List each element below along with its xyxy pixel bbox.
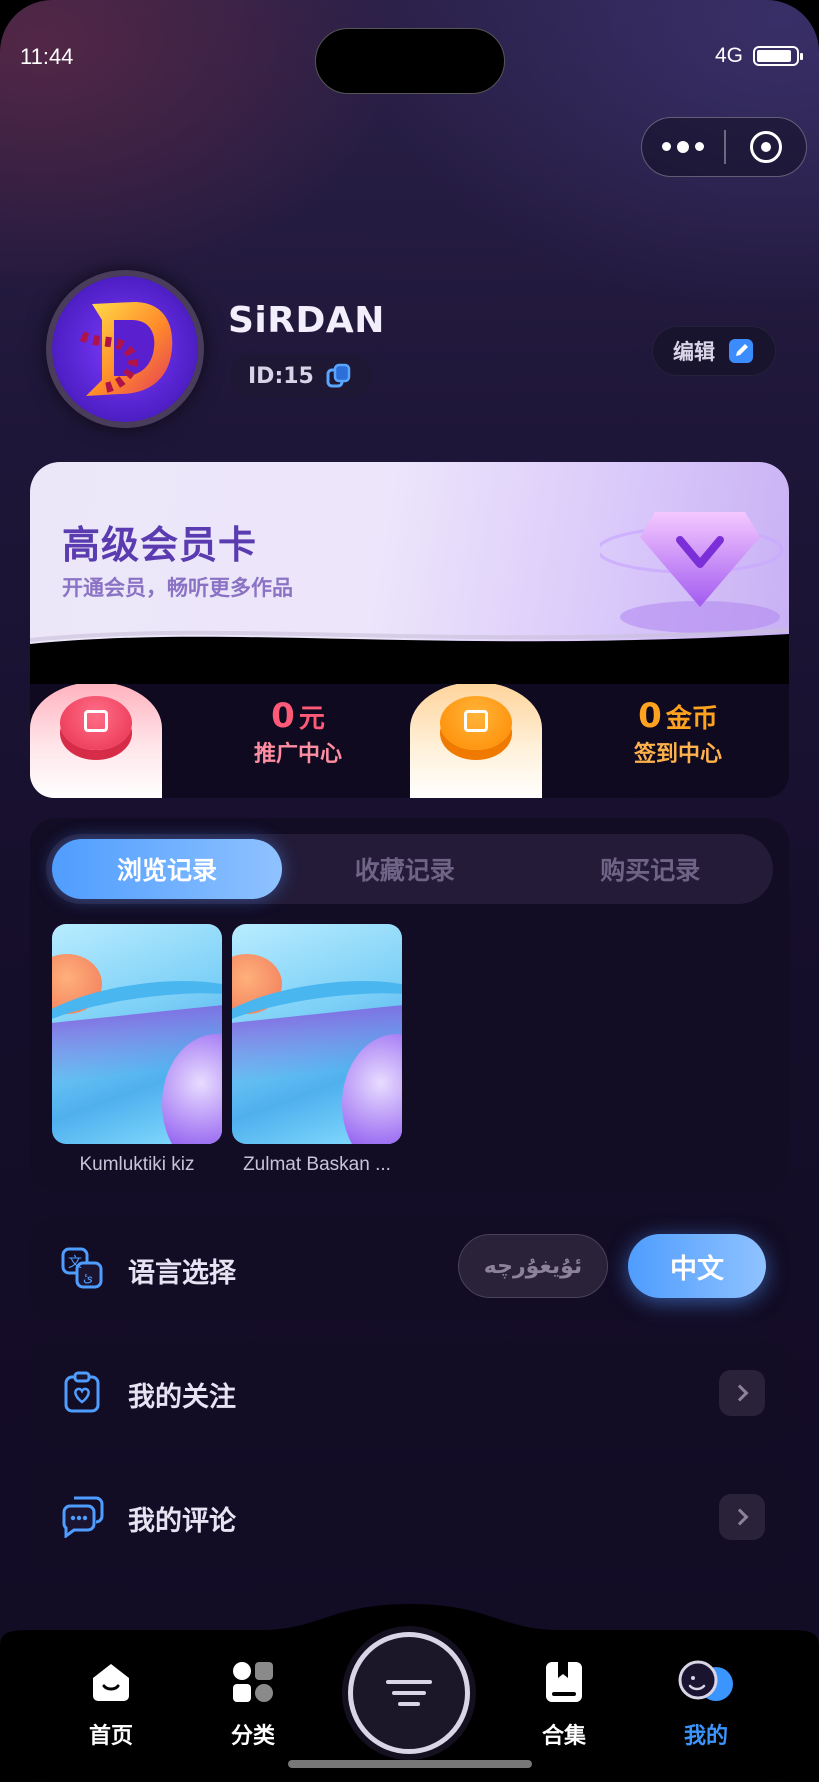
vip-title: 高级会员卡 [62,523,258,567]
bottom-navigation: 首页 分类 合集 我的 [0,1602,819,1782]
edit-label: 编辑 [673,340,715,364]
item-title: Kumluktiki kiz [79,1154,195,1175]
edit-pencil-icon [729,339,753,363]
nav-collection[interactable]: 合集 [514,1660,614,1750]
language-option-chinese[interactable]: 中文 [628,1234,766,1298]
language-option-uyghur[interactable]: ئۇيغۇرچە [458,1234,608,1298]
category-grid-icon [233,1662,273,1702]
user-id-badge: ID:15 [230,354,372,398]
chevron-right-icon[interactable] [719,1494,765,1540]
stats-row: 0元 推广中心 0 金币 签到中心 [30,684,789,798]
nav-home[interactable]: 首页 [61,1660,161,1750]
heart-clipboard-icon [64,1371,100,1413]
nav-label: 合集 [541,1724,586,1749]
promotion-value: 0 [271,696,295,736]
records-panel: 浏览记录 收藏记录 购买记录 Kumluktiki kiz Zulmat Bas… [30,818,789,1192]
camera-notch [315,28,505,94]
user-id-label: ID:15 [248,363,314,389]
item-title: Zulmat Baskan ... [243,1154,391,1175]
more-menu-icon[interactable] [642,140,724,153]
battery-icon [753,46,803,66]
checkin-icon[interactable] [410,684,542,798]
nav-category[interactable]: 分类 [203,1660,303,1750]
promotion-icon[interactable] [30,684,162,798]
nav-label: 首页 [88,1724,133,1749]
checkin-value: 0 [638,696,662,736]
user-name: SiRDAN [228,300,385,341]
vip-subtitle: 开通会员，畅听更多作品 [62,576,293,600]
chevron-right-icon[interactable] [719,1370,765,1416]
status-time: 11:44 [20,44,74,69]
close-miniprogram-icon[interactable] [726,131,807,163]
language-label: 语言选择 [128,1258,236,1289]
list-item[interactable]: Kumluktiki kiz [52,924,222,1176]
avatar[interactable] [46,270,204,428]
translate-icon: 文 ئ [61,1247,103,1289]
center-menu-button[interactable] [348,1632,470,1754]
menu-label: 我的关注 [128,1382,236,1413]
checkin-unit: 金币 [665,704,718,734]
menu-label: 我的评论 [128,1506,236,1537]
vip-card-wave [30,628,789,684]
checkin-label: 签到中心 [633,742,722,767]
menu-item-follows[interactable]: 我的关注 [30,1340,789,1444]
cover-image [232,924,402,1144]
promotion-center[interactable]: 0元 推广中心 [198,696,398,768]
promotion-label: 推广中心 [253,742,342,767]
cover-image [52,924,222,1144]
menu-item-comments[interactable]: 我的评论 [30,1464,789,1568]
phone-screen: 11:44 4G SiRDAN ID:15 编辑 高级会员卡 开通会员，畅听更多… [0,0,819,1782]
tab-favorites[interactable]: 收藏记录 [282,839,528,899]
svg-text:ئ: ئ [83,1271,93,1286]
promotion-unit: 元 [298,704,325,734]
nav-label: 分类 [230,1724,275,1749]
tab-purchases[interactable]: 购买记录 [528,839,774,899]
language-row: 文 ئ 语言选择 ئۇيغۇرچە 中文 [30,1216,789,1320]
status-indicators: 4G [714,44,803,68]
network-label: 4G [714,44,743,67]
vip-membership-card[interactable]: 高级会员卡 开通会员，畅听更多作品 [30,462,789,684]
nav-mine[interactable]: 我的 [656,1660,756,1750]
home-indicator [288,1760,532,1768]
comment-bubbles-icon [62,1496,104,1538]
profile-face-icon [678,1660,733,1701]
home-icon [93,1664,129,1701]
miniprogram-capsule [641,117,807,177]
book-collection-icon [546,1662,582,1702]
nav-label: 我的 [683,1724,728,1749]
list-item[interactable]: Zulmat Baskan ... [232,924,402,1176]
copy-icon[interactable] [324,361,354,391]
records-tabs: 浏览记录 收藏记录 购买记录 [46,834,773,904]
checkin-center[interactable]: 0 金币 签到中心 [578,696,778,768]
svg-text:文: 文 [68,1255,82,1271]
tab-browse-history[interactable]: 浏览记录 [52,839,282,899]
edit-profile-button[interactable]: 编辑 [652,326,776,376]
